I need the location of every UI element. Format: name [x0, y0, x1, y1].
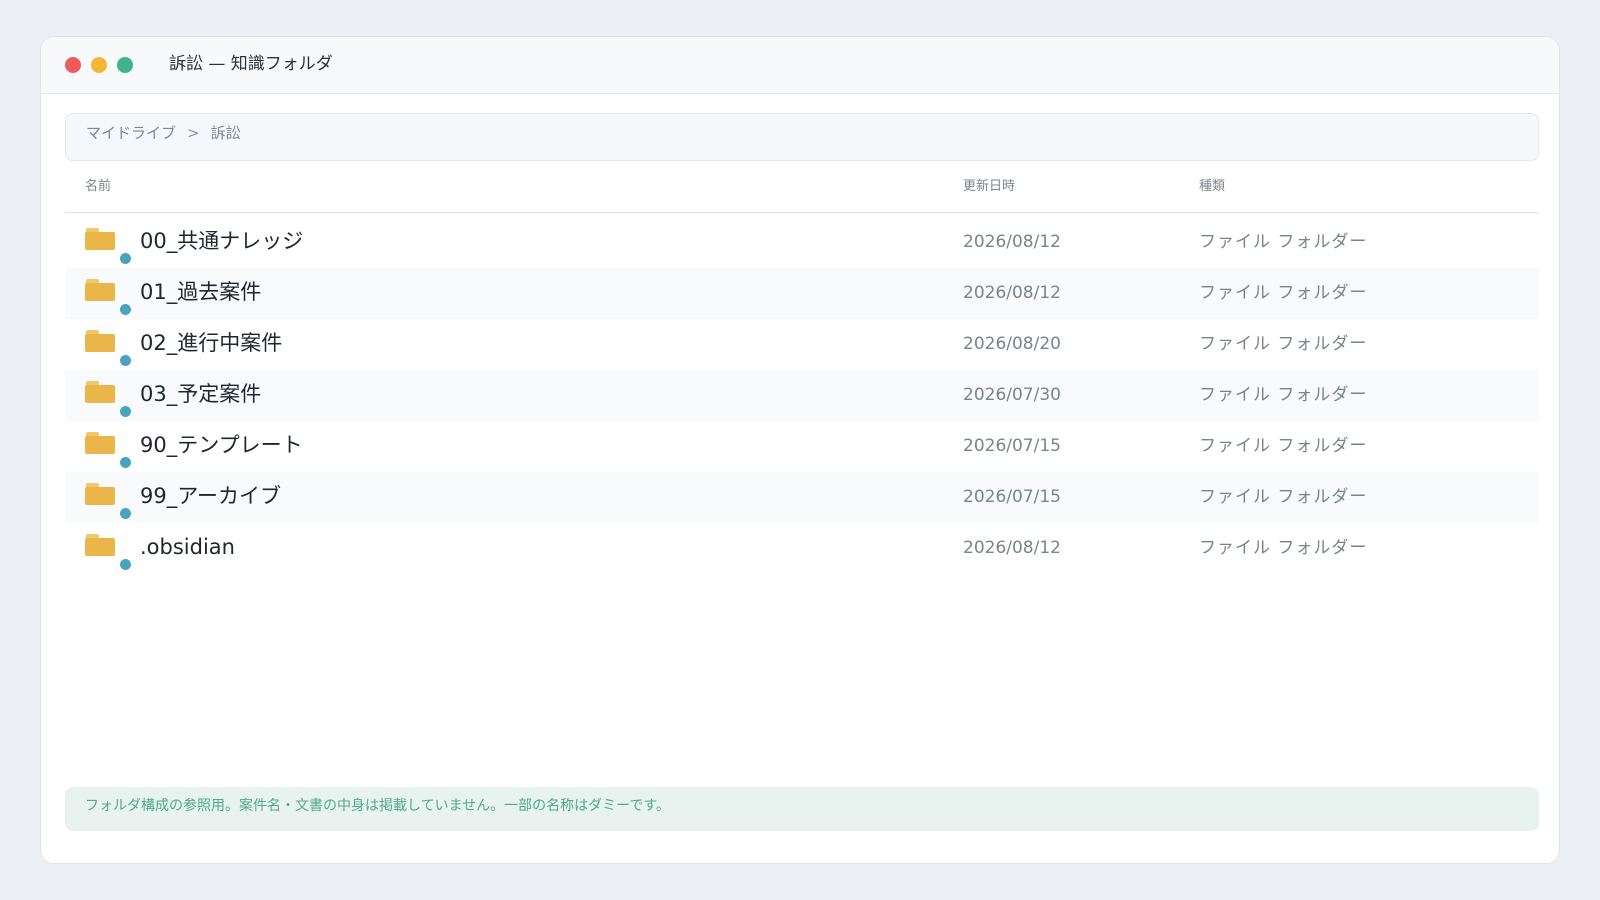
- row-name: 03_予定案件: [140, 382, 262, 406]
- table-row[interactable]: .obsidian 2026/08/12 ファイル フォルダー: [65, 523, 1539, 574]
- row-type: ファイル フォルダー: [1199, 283, 1368, 303]
- row-name: .obsidian: [140, 535, 235, 559]
- row-date: 2026/08/20: [963, 334, 1061, 354]
- breadcrumb-item-my-drive[interactable]: マイドライブ: [86, 124, 176, 142]
- close-window-button[interactable]: [65, 57, 81, 73]
- table-row[interactable]: 03_予定案件 2026/07/30 ファイル フォルダー: [65, 370, 1539, 421]
- row-date: 2026/08/12: [963, 232, 1061, 252]
- row-type: ファイル フォルダー: [1199, 385, 1368, 405]
- row-date: 2026/07/15: [963, 436, 1061, 456]
- row-type: ファイル フォルダー: [1199, 538, 1368, 558]
- maximize-window-button[interactable]: [117, 57, 133, 73]
- breadcrumb: マイドライブ > 訴訟: [65, 113, 1539, 161]
- row-name: 90_テンプレート: [140, 433, 303, 457]
- table-row[interactable]: 02_進行中案件 2026/08/20 ファイル フォルダー: [65, 319, 1539, 370]
- folder-icon: [85, 228, 132, 265]
- folder-icon: [85, 279, 132, 316]
- table-row[interactable]: 01_過去案件 2026/08/12 ファイル フォルダー: [65, 268, 1539, 319]
- sync-status-icon: [119, 456, 132, 469]
- row-type: ファイル フォルダー: [1199, 334, 1368, 354]
- minimize-window-button[interactable]: [91, 57, 107, 73]
- row-type: ファイル フォルダー: [1199, 232, 1368, 252]
- row-type: ファイル フォルダー: [1199, 487, 1368, 507]
- sync-status-icon: [119, 558, 132, 571]
- sync-status-icon: [119, 507, 132, 520]
- breadcrumb-item-current[interactable]: 訴訟: [211, 124, 241, 142]
- sync-status-icon: [119, 354, 132, 367]
- folder-icon: [85, 432, 132, 469]
- table-row[interactable]: 99_アーカイブ 2026/07/15 ファイル フォルダー: [65, 472, 1539, 523]
- folder-icon: [85, 483, 132, 520]
- column-header-date[interactable]: 更新日時: [963, 177, 1015, 197]
- row-name: 02_進行中案件: [140, 331, 283, 355]
- row-type: ファイル フォルダー: [1199, 436, 1368, 456]
- table-row[interactable]: 90_テンプレート 2026/07/15 ファイル フォルダー: [65, 421, 1539, 472]
- breadcrumb-separator: >: [187, 124, 200, 142]
- folder-icon: [85, 330, 132, 367]
- row-name: 99_アーカイブ: [140, 484, 281, 508]
- table-row[interactable]: 00_共通ナレッジ 2026/08/12 ファイル フォルダー: [65, 217, 1539, 268]
- sync-status-icon: [119, 303, 132, 316]
- row-name: 01_過去案件: [140, 280, 262, 304]
- sync-status-icon: [119, 405, 132, 418]
- row-date: 2026/07/30: [963, 385, 1061, 405]
- title-bar: 訴訟 — 知識フォルダ: [41, 37, 1559, 94]
- row-name: 00_共通ナレッジ: [140, 229, 304, 253]
- row-date: 2026/08/12: [963, 538, 1061, 558]
- row-date: 2026/07/15: [963, 487, 1061, 507]
- column-header-type[interactable]: 種類: [1199, 177, 1225, 197]
- folder-icon: [85, 534, 132, 571]
- window-title: 訴訟 — 知識フォルダ: [169, 54, 333, 74]
- column-header-name[interactable]: 名前: [85, 177, 111, 197]
- table-header: 名前 更新日時 種類: [65, 165, 1539, 213]
- folder-icon: [85, 381, 132, 418]
- row-date: 2026/08/12: [963, 283, 1061, 303]
- sync-status-icon: [119, 252, 132, 265]
- file-browser-window: 訴訟 — 知識フォルダ マイドライブ > 訴訟 名前 更新日時 種類 00_共通ナレ…: [40, 36, 1560, 864]
- footer-note: フォルダ構成の参照用。案件名・文書の中身は掲載していません。一部の名称はダミーで…: [65, 787, 1539, 831]
- file-list: 00_共通ナレッジ 2026/08/12 ファイル フォルダー 01_過去案件 …: [65, 217, 1539, 574]
